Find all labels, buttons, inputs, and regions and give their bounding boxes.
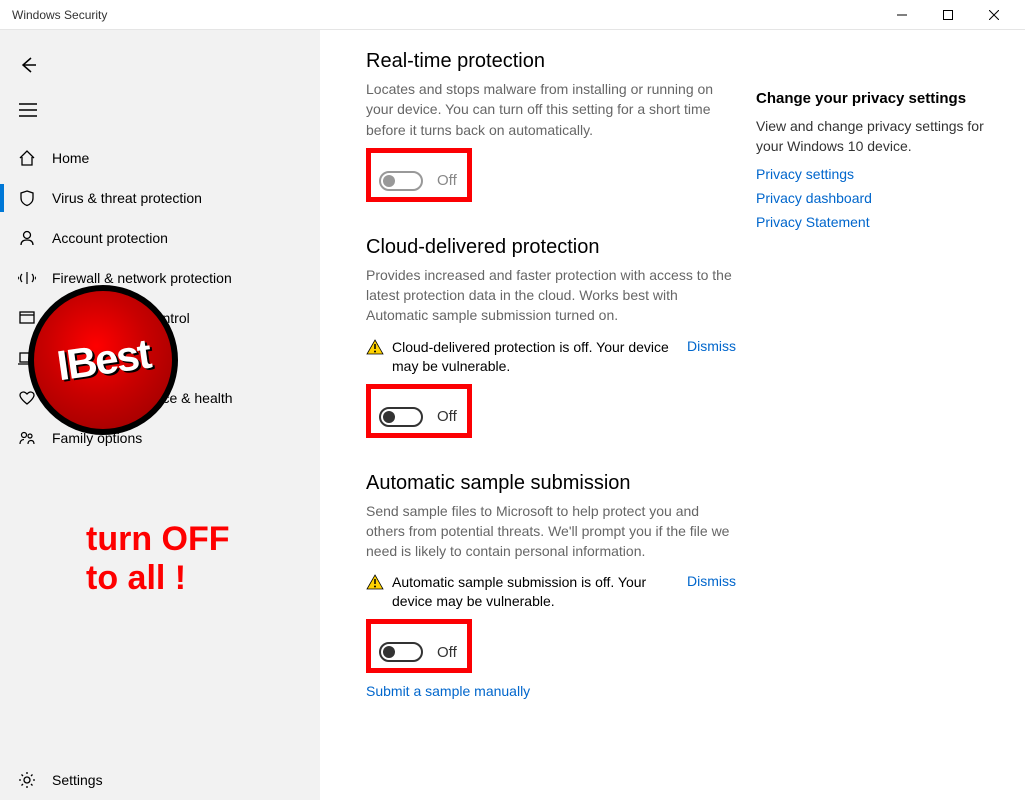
annotation-highlight-box: Off <box>366 619 472 673</box>
section-desc: Locates and stops malware from installin… <box>366 79 736 140</box>
dismiss-link[interactable]: Dismiss <box>687 573 736 589</box>
close-button[interactable] <box>971 0 1017 30</box>
home-icon <box>14 149 40 167</box>
warning-text: Cloud-delivered protection is off. Your … <box>392 338 687 376</box>
maximize-button[interactable] <box>925 0 971 30</box>
sidebar-item-home[interactable]: Home <box>0 138 320 178</box>
section-cloud: Cloud-delivered protection Provides incr… <box>366 236 736 438</box>
warning-icon <box>366 573 384 591</box>
toggle-sample[interactable] <box>379 642 423 662</box>
back-button[interactable] <box>4 42 52 87</box>
aside-privacy: Change your privacy settings View and ch… <box>756 50 986 800</box>
warning-text: Automatic sample submission is off. Your… <box>392 573 687 611</box>
section-title: Automatic sample submission <box>366 472 736 495</box>
sidebar-item-label: Virus & threat protection <box>52 190 202 206</box>
toggle-label: Off <box>437 408 457 425</box>
link-privacy-settings[interactable]: Privacy settings <box>756 166 986 182</box>
annotation-highlight-box: Off <box>366 148 472 202</box>
warning-icon <box>366 338 384 356</box>
sidebar-item-label: Settings <box>52 772 103 788</box>
section-sample: Automatic sample submission Send sample … <box>366 472 736 700</box>
shield-icon <box>14 189 40 207</box>
sidebar-item-label: Firewall & network protection <box>52 270 232 286</box>
watermark-logo: IBest <box>28 285 218 455</box>
dismiss-link[interactable]: Dismiss <box>687 338 736 354</box>
title-bar: Windows Security <box>0 0 1025 30</box>
menu-button[interactable] <box>4 87 52 132</box>
section-desc: Send sample files to Microsoft to help p… <box>366 501 736 562</box>
sidebar: Home Virus & threat protection Account p… <box>0 30 320 800</box>
toggle-cloud[interactable] <box>379 407 423 427</box>
sidebar-item-virus[interactable]: Virus & threat protection <box>0 178 320 218</box>
section-title: Real-time protection <box>366 50 736 73</box>
sidebar-item-label: Home <box>52 150 89 166</box>
sidebar-item-account[interactable]: Account protection <box>0 218 320 258</box>
gear-icon <box>14 771 40 789</box>
submit-sample-link[interactable]: Submit a sample manually <box>366 683 736 699</box>
minimize-button[interactable] <box>879 0 925 30</box>
sidebar-item-label: Account protection <box>52 230 168 246</box>
toggle-realtime[interactable] <box>379 171 423 191</box>
person-icon <box>14 229 40 247</box>
toggle-label: Off <box>437 644 457 661</box>
annotation-highlight-box: Off <box>366 384 472 438</box>
main-content: Real-time protection Locates and stops m… <box>366 50 736 800</box>
section-desc: Provides increased and faster protection… <box>366 265 736 326</box>
section-title: Cloud-delivered protection <box>366 236 736 259</box>
link-privacy-dashboard[interactable]: Privacy dashboard <box>756 190 986 206</box>
section-realtime: Real-time protection Locates and stops m… <box>366 50 736 202</box>
aside-desc: View and change privacy settings for you… <box>756 117 986 156</box>
link-privacy-statement[interactable]: Privacy Statement <box>756 214 986 230</box>
toggle-label: Off <box>437 172 457 189</box>
aside-title: Change your privacy settings <box>756 90 986 107</box>
annotation-text: turn OFF to all ! <box>86 520 230 598</box>
watermark-logo-text: IBest <box>54 330 152 390</box>
window-title: Windows Security <box>8 8 879 22</box>
sidebar-item-settings[interactable]: Settings <box>0 760 320 800</box>
